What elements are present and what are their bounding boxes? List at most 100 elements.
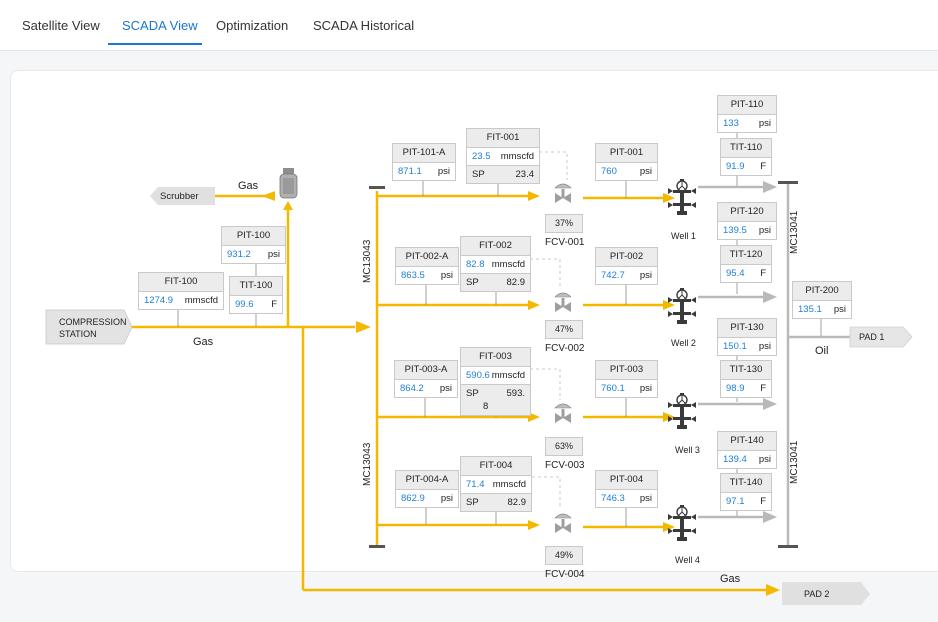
tit-120-unit: F — [760, 268, 766, 279]
pit-101-a-value: 871.1 — [398, 166, 422, 177]
pit-002-unit: psi — [639, 270, 652, 281]
pit-200-box[interactable]: PIT-200 135.1 psi — [792, 281, 852, 319]
pit-003-tag: PIT-003 — [596, 361, 657, 380]
fit-002-tag: FIT-002 — [461, 237, 530, 256]
fit-004-value: 71.4 — [466, 479, 485, 490]
gas-label-bottom: Gas — [720, 573, 741, 585]
pit-140-unit: psi — [758, 454, 771, 465]
pit-001-tag: PIT-001 — [596, 144, 657, 163]
pit-004-a-unit: psi — [440, 493, 453, 504]
pit-200-tag: PIT-200 — [793, 282, 851, 301]
fcv-001-valve-icon — [554, 183, 572, 204]
oil-label: Oil — [815, 345, 829, 357]
fcv-001-label: FCV-001 — [545, 237, 585, 248]
pit-003-a-value: 864.2 — [400, 383, 424, 394]
pit-130-unit: psi — [758, 341, 771, 352]
tit-100-tag: TIT-100 — [230, 277, 282, 296]
pit-120-tag: PIT-120 — [718, 203, 776, 222]
pad-2-label: PAD 2 — [804, 589, 830, 599]
tit-120-tag: TIT-120 — [721, 246, 771, 265]
fcv-003-label: FCV-003 — [545, 460, 585, 471]
tit-120-box[interactable]: TIT-120 95.4 F — [720, 245, 772, 283]
tit-110-tag: TIT-110 — [721, 139, 771, 158]
pit-120-value: 139.5 — [723, 225, 747, 236]
well-4-wellhead-icon — [667, 504, 697, 542]
fit-004-sp-label: SP — [466, 497, 479, 508]
pit-002-a-box[interactable]: PIT-002-A 863.5 psi — [395, 247, 459, 285]
fit-100-box[interactable]: FIT-100 1274.9 mmscfd — [138, 272, 224, 310]
tit-100-unit: F — [271, 299, 277, 310]
pit-001-box[interactable]: PIT-001 760 psi — [595, 143, 658, 181]
tit-130-unit: F — [760, 383, 766, 394]
fcv-004-label: FCV-004 — [545, 569, 585, 580]
pit-130-tag: PIT-130 — [718, 319, 776, 338]
pit-003-a-box[interactable]: PIT-003-A 864.2 psi — [394, 360, 458, 398]
pit-003-a-tag: PIT-003-A — [395, 361, 457, 380]
fit-002-box[interactable]: FIT-002 82.8 mmscfd SP 82.9 — [460, 236, 531, 292]
fit-003-value: 590.6 — [466, 370, 490, 381]
pad-1-label: PAD 1 — [859, 332, 885, 342]
pit-004-unit: psi — [639, 493, 652, 504]
fit-001-box[interactable]: FIT-001 23.5 mmscfd SP 23.4 — [466, 128, 540, 184]
fit-004-setpoint: 82.9 — [507, 497, 527, 508]
fit-100-value: 1274.9 — [144, 295, 174, 306]
pit-100-unit: psi — [267, 249, 280, 260]
fit-001-unit: mmscfd — [500, 151, 534, 162]
pit-140-value: 139.4 — [723, 454, 747, 465]
pit-001-value: 760 — [601, 166, 617, 177]
tit-110-value: 91.9 — [726, 161, 745, 172]
manifold-mc13043-bottom-label: MC13043 — [362, 442, 373, 486]
fit-001-value: 23.5 — [472, 151, 491, 162]
pit-110-tag: PIT-110 — [718, 96, 776, 115]
fit-100-unit: mmscfd — [184, 295, 218, 306]
fit-004-unit: mmscfd — [492, 479, 526, 490]
fit-001-sp-label: SP — [472, 169, 485, 180]
pit-004-a-tag: PIT-004-A — [396, 471, 458, 490]
pit-004-a-box[interactable]: PIT-004-A 862.9 psi — [395, 470, 459, 508]
pit-002-a-unit: psi — [440, 270, 453, 281]
pit-120-box[interactable]: PIT-120 139.5 psi — [717, 202, 777, 240]
pit-004-box[interactable]: PIT-004 746.3 psi — [595, 470, 658, 508]
pit-101-a-tag: PIT-101-A — [393, 144, 455, 163]
pit-002-tag: PIT-002 — [596, 248, 657, 267]
pit-130-box[interactable]: PIT-130 150.1 psi — [717, 318, 777, 356]
fit-003-tag: FIT-003 — [461, 348, 530, 367]
fcv-002-valve-icon — [554, 292, 572, 313]
pit-002-a-tag: PIT-002-A — [396, 248, 458, 267]
pit-002-box[interactable]: PIT-002 742.7 psi — [595, 247, 658, 285]
fcv-002-position[interactable]: 47% — [545, 320, 583, 339]
pit-101-a-unit: psi — [437, 166, 450, 177]
tit-100-box[interactable]: TIT-100 99.6 F — [229, 276, 283, 314]
fit-003-unit: mmscfd — [491, 370, 525, 381]
pit-140-tag: PIT-140 — [718, 432, 776, 451]
pit-200-value: 135.1 — [798, 304, 822, 315]
fcv-003-position[interactable]: 63% — [545, 437, 583, 456]
tit-100-value: 99.6 — [235, 299, 254, 310]
pit-140-box[interactable]: PIT-140 139.4 psi — [717, 431, 777, 469]
manifold-mc13043-top-label: MC13043 — [362, 239, 373, 283]
pit-003-box[interactable]: PIT-003 760.1 psi — [595, 360, 658, 398]
pit-110-box[interactable]: PIT-110 133 psi — [717, 95, 777, 133]
pit-004-value: 746.3 — [601, 493, 625, 504]
fcv-001-position[interactable]: 37% — [545, 214, 583, 233]
tit-130-value: 98.9 — [726, 383, 745, 394]
tit-110-box[interactable]: TIT-110 91.9 F — [720, 138, 772, 176]
fcv-004-valve-icon — [554, 513, 572, 534]
tit-140-box[interactable]: TIT-140 97.1 F — [720, 473, 772, 511]
pit-100-box[interactable]: PIT-100 931.2 psi — [221, 226, 286, 264]
gas-label-top: Gas — [238, 180, 259, 192]
fit-002-sp-label: SP — [466, 277, 479, 288]
fit-003-box[interactable]: FIT-003 590.6 mmscfd SP 593. 8 — [460, 347, 531, 416]
fcv-004-position[interactable]: 49% — [545, 546, 583, 565]
compression-station-label: COMPRESSION STATION — [59, 317, 127, 339]
tit-140-tag: TIT-140 — [721, 474, 771, 493]
manifold-mc13041-bottom-label: MC13041 — [789, 440, 800, 484]
tit-140-unit: F — [760, 496, 766, 507]
tit-130-box[interactable]: TIT-130 98.9 F — [720, 360, 772, 398]
fit-004-box[interactable]: FIT-004 71.4 mmscfd SP 82.9 — [460, 456, 532, 512]
tit-140-value: 97.1 — [726, 496, 745, 507]
pit-110-unit: psi — [758, 118, 771, 129]
pit-101-a-box[interactable]: PIT-101-A 871.1 psi — [392, 143, 456, 181]
fit-001-tag: FIT-001 — [467, 129, 539, 148]
tit-120-value: 95.4 — [726, 268, 745, 279]
